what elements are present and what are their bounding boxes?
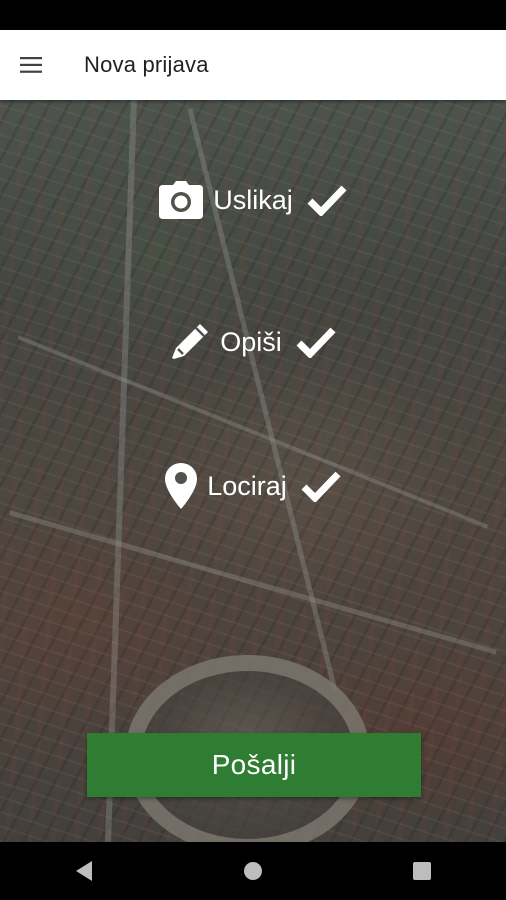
check-icon: [296, 326, 336, 358]
camera-icon: [159, 181, 204, 219]
step-label: Uslikaj: [213, 184, 293, 215]
map-marker-icon: [165, 463, 198, 509]
step-locate[interactable]: Lociraj: [0, 462, 506, 510]
system-navigation-bar: [0, 842, 506, 900]
recents-button[interactable]: [392, 842, 452, 900]
hamburger-menu-icon: [20, 57, 42, 73]
send-button[interactable]: Pošalji: [87, 733, 421, 797]
step-label: Opiši: [220, 326, 282, 357]
page-title: Nova prijava: [84, 52, 209, 77]
home-circle-icon: [243, 862, 262, 880]
back-triangle-icon: [76, 861, 93, 881]
recents-square-icon: [412, 862, 431, 880]
step-label: Lociraj: [207, 470, 287, 501]
back-button[interactable]: [54, 842, 114, 900]
home-button[interactable]: [223, 842, 283, 900]
check-icon: [307, 184, 347, 216]
status-bar: [0, 0, 506, 30]
menu-button[interactable]: [0, 30, 64, 100]
step-describe[interactable]: Opiši: [0, 320, 506, 364]
app-bar: Nova prijava: [0, 30, 506, 100]
check-icon: [301, 470, 341, 502]
step-photo[interactable]: Uslikaj: [0, 178, 506, 222]
pencil-icon: [170, 322, 210, 362]
